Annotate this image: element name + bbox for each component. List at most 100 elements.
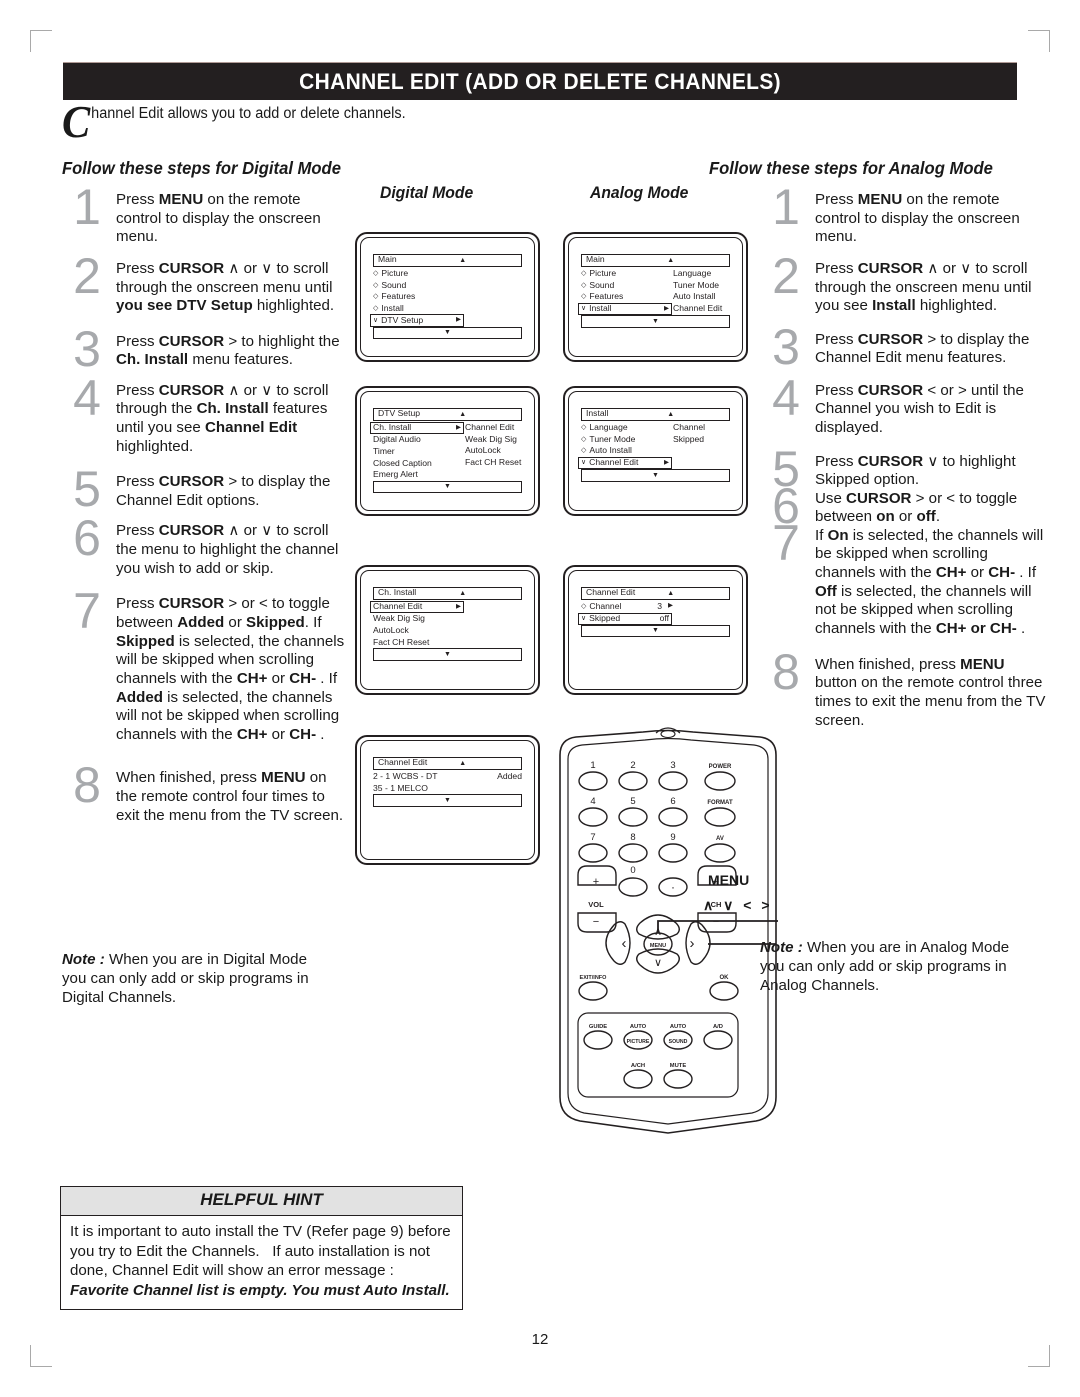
chevron-down-icon-remote: ∨ bbox=[654, 957, 662, 969]
osd-item[interactable]: Digital Audio bbox=[373, 434, 465, 446]
remote-key-9[interactable] bbox=[658, 843, 688, 863]
remote-key-1[interactable] bbox=[578, 771, 608, 791]
remote-key-2[interactable] bbox=[618, 771, 648, 791]
osd-selected-item[interactable]: ∨ Install ▶ bbox=[578, 302, 672, 316]
remote-ok-button[interactable] bbox=[709, 981, 739, 1001]
osd-submenu-item[interactable]: AutoLock bbox=[465, 445, 522, 457]
osd-columns: ◇ Channel 3 ▶ ∨ Skipped off bbox=[578, 601, 730, 625]
chevron-up-icon[interactable]: ▲ bbox=[667, 257, 674, 264]
osd-item[interactable]: Fact CH Reset bbox=[373, 637, 465, 649]
diamond-icon: ◇ bbox=[373, 270, 379, 278]
osd-item[interactable]: ◇ Features bbox=[581, 291, 673, 303]
osd-item[interactable]: ◇ Language bbox=[581, 422, 673, 434]
step-item: 4 Press CURSOR < or > until the Channel y… bbox=[757, 369, 1047, 438]
osd-content: Channel Edit ▲ ◇ Channel 3 ▶ ∨ Skipped off ▼ bbox=[578, 587, 730, 681]
osd-item[interactable]: ◇ Install bbox=[373, 303, 465, 315]
remote-key-4[interactable] bbox=[578, 807, 608, 827]
osd-item[interactable]: ◇ Sound bbox=[373, 280, 465, 292]
chevron-down-icon[interactable]: ▼ bbox=[652, 317, 659, 327]
remote-bottom2-button-0[interactable] bbox=[623, 1069, 653, 1089]
osd-selected-item[interactable]: Channel Edit ▶ bbox=[370, 601, 464, 614]
osd-selected-item[interactable]: ∨ DTV Setup ▶ bbox=[370, 314, 464, 327]
osd-submenu-item[interactable]: Channel Edit bbox=[465, 422, 522, 434]
osd-item[interactable]: Emerg Alert bbox=[373, 469, 465, 481]
osd-submenu-item[interactable]: Tuner Mode bbox=[673, 280, 730, 292]
osd-submenu-item[interactable]: Skipped bbox=[673, 434, 730, 446]
step-number: 4 bbox=[772, 369, 800, 426]
remote-bottom2-button-1[interactable] bbox=[663, 1069, 693, 1089]
osd-title-text: DTV Setup bbox=[378, 408, 421, 419]
diamond-icon: ◇ bbox=[373, 281, 379, 289]
osd-title-text: Main bbox=[586, 254, 605, 265]
osd-item-label: Tuner Mode bbox=[589, 433, 636, 444]
chevron-down-icon[interactable]: ▼ bbox=[652, 626, 659, 636]
chevron-down-icon[interactable]: ▼ bbox=[444, 328, 451, 338]
remote-bottom-button-3[interactable] bbox=[703, 1030, 733, 1050]
osd-item-label: Emerg Alert bbox=[373, 469, 418, 480]
osd-screen-digital-4: Channel Edit ▲ 2 - 1 WCBS - DT Added 35 - 1 … bbox=[355, 735, 540, 865]
osd-submenu-item[interactable]: Fact CH Reset bbox=[465, 457, 522, 469]
remote-key-5[interactable] bbox=[618, 807, 648, 827]
osd-channel-row[interactable]: 2 - 1 WCBS - DT Added bbox=[373, 771, 522, 783]
chevron-up-icon[interactable]: ▲ bbox=[667, 590, 674, 597]
chevron-right-icon-remote: › bbox=[690, 935, 695, 952]
osd-item[interactable]: ◇ Tuner Mode bbox=[581, 434, 673, 446]
step-number: 2 bbox=[73, 247, 101, 304]
osd-submenu-item[interactable]: Language bbox=[673, 268, 730, 280]
osd-submenu-item[interactable]: Auto Install bbox=[673, 291, 730, 303]
remote-exit-button[interactable] bbox=[578, 981, 608, 1001]
remote-key-power[interactable] bbox=[704, 771, 736, 791]
osd-item[interactable]: Weak Dig Sig bbox=[373, 613, 465, 625]
chevron-down-icon[interactable]: ▼ bbox=[444, 796, 451, 806]
helpful-hint-body: It is important to auto install the TV (… bbox=[70, 1223, 451, 1299]
remote-key-3[interactable] bbox=[658, 771, 688, 791]
osd-item[interactable]: ◇ Picture bbox=[373, 268, 465, 280]
remote-key-0[interactable] bbox=[618, 877, 648, 897]
osd-channel-row[interactable]: 35 - 1 MELCO bbox=[373, 783, 522, 795]
chevron-down-icon[interactable]: ▼ bbox=[444, 482, 451, 492]
chevron-down-icon[interactable]: ▼ bbox=[444, 650, 451, 660]
osd-item[interactable]: ◇ Auto Install bbox=[581, 445, 673, 457]
osd-item[interactable]: ◇ Picture bbox=[581, 268, 673, 280]
callout-menu-label: MENU bbox=[708, 872, 750, 888]
step-item: 2 Press CURSOR ∧ or ∨ to scroll through t… bbox=[757, 251, 1047, 316]
chevron-up-icon[interactable]: ▲ bbox=[667, 411, 674, 418]
chevron-up-icon[interactable]: ▲ bbox=[459, 590, 466, 597]
osd-item[interactable]: Closed Caption bbox=[373, 458, 465, 470]
osd-title-text: Ch. Install bbox=[378, 587, 417, 598]
osd-submenu-item[interactable]: Channel Edit bbox=[673, 303, 730, 315]
osd-item[interactable]: AutoLock bbox=[373, 625, 465, 637]
step-text: Press CURSOR ∧ or ∨ to scroll the menu t… bbox=[116, 522, 339, 577]
remote-bottom-button-0[interactable] bbox=[583, 1030, 613, 1050]
osd-submenu-item[interactable]: Channel bbox=[673, 422, 730, 434]
chevron-up-icon[interactable]: ▲ bbox=[459, 760, 466, 767]
osd-item[interactable]: ◇ Features bbox=[373, 291, 465, 303]
osd-item[interactable]: ◇ Sound bbox=[581, 280, 673, 292]
remote-key-format[interactable] bbox=[704, 807, 736, 827]
osd-selected-item[interactable]: Ch. Install ▶ bbox=[370, 422, 464, 435]
step-item: 7 If On is selected, the channels will be… bbox=[757, 518, 1047, 639]
chevron-up-icon[interactable]: ▲ bbox=[459, 257, 466, 264]
remote-key-8[interactable] bbox=[618, 843, 648, 863]
osd-item[interactable]: ◇ Channel 3 ▶ bbox=[581, 601, 673, 613]
crop-mark-bottom-right bbox=[1028, 1345, 1050, 1367]
chevron-down-icon[interactable]: ▼ bbox=[652, 471, 659, 481]
remote-key-label-4: 4 bbox=[590, 796, 595, 807]
remote-key-7[interactable] bbox=[578, 843, 608, 863]
remote-key-av[interactable] bbox=[704, 843, 736, 863]
osd-selected-item[interactable]: ∨ Channel Edit ▶ bbox=[578, 456, 672, 470]
analog-steps-list: 1 Press MENU on the remote control to dis… bbox=[757, 182, 1047, 730]
callout-cursor-label: ∧ ∨ < > bbox=[703, 897, 773, 913]
osd-item[interactable]: Timer bbox=[373, 446, 465, 458]
osd-selected-item[interactable]: ∨ Skipped off bbox=[578, 612, 672, 625]
remote-key-6[interactable] bbox=[658, 807, 688, 827]
osd-item-value: off bbox=[659, 612, 669, 623]
osd-submenu-item[interactable]: Weak Dig Sig bbox=[465, 434, 522, 446]
helpful-hint-box: HELPFUL HINT It is important to auto ins… bbox=[60, 1186, 463, 1311]
osd-footer-bar: ▼ bbox=[373, 326, 522, 340]
chevron-right-icon: ▶ bbox=[456, 602, 461, 610]
osd-footer-bar: ▼ bbox=[581, 315, 730, 328]
chevron-up-icon[interactable]: ▲ bbox=[459, 411, 466, 418]
digital-mode-label: Digital Mode bbox=[380, 184, 474, 202]
osd-footer-bar: ▼ bbox=[373, 648, 522, 661]
